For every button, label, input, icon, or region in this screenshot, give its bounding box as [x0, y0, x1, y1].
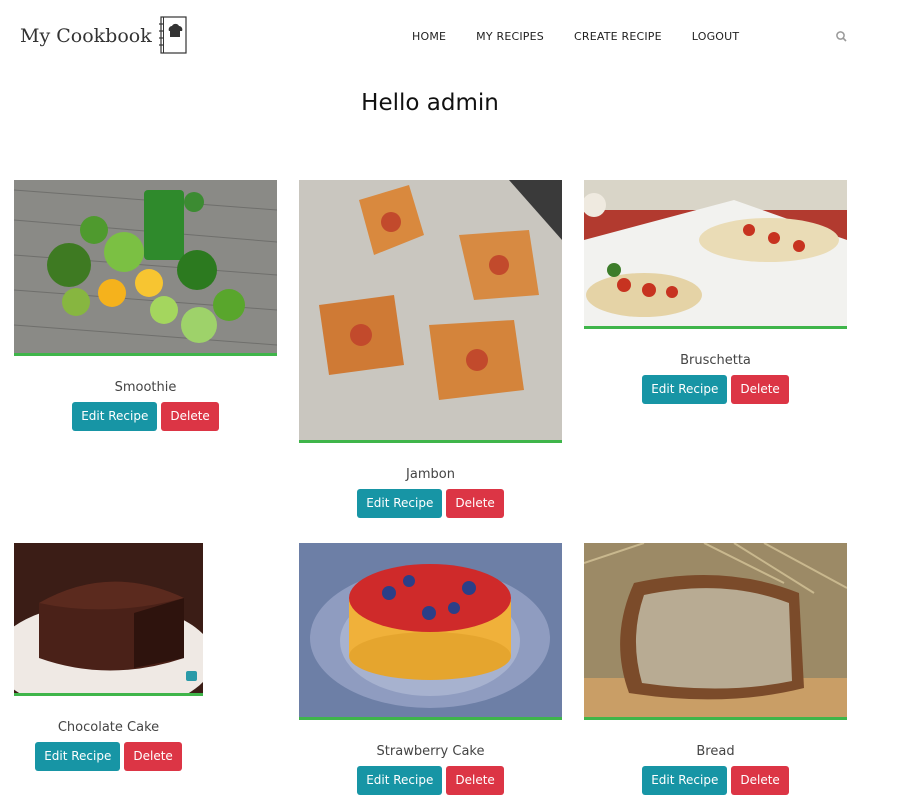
recipe-title: Jambon — [406, 467, 455, 482]
edit-recipe-button[interactable]: Edit Recipe — [35, 742, 121, 771]
recipe-card: Strawberry Cake Edit Recipe Delete — [299, 543, 562, 795]
cookbook-icon — [158, 16, 187, 54]
recipe-card: Smoothie Edit Recipe Delete — [14, 180, 277, 431]
recipe-actions: Edit Recipe Delete — [584, 766, 847, 795]
recipe-actions: Edit Recipe Delete — [14, 742, 203, 771]
recipe-title: Smoothie — [114, 380, 177, 395]
recipe-image[interactable] — [584, 180, 847, 329]
edit-recipe-button[interactable]: Edit Recipe — [72, 402, 158, 431]
edit-recipe-button[interactable]: Edit Recipe — [357, 766, 443, 795]
delete-recipe-button[interactable]: Delete — [446, 489, 504, 518]
edit-recipe-button[interactable]: Edit Recipe — [642, 375, 728, 404]
recipe-title: Chocolate Cake — [57, 720, 160, 735]
brand-logo[interactable]: My Cookbook — [20, 16, 188, 55]
delete-recipe-button[interactable]: Delete — [161, 402, 219, 431]
recipe-image[interactable] — [299, 543, 562, 720]
recipe-image[interactable] — [14, 180, 277, 356]
recipe-actions: Edit Recipe Delete — [584, 375, 847, 404]
delete-recipe-button[interactable]: Delete — [124, 742, 182, 771]
recipe-actions: Edit Recipe Delete — [299, 489, 562, 518]
recipe-title: Bruschetta — [680, 353, 751, 368]
nav-logout[interactable]: LOGOUT — [692, 30, 740, 43]
page: My Cookbook HOME MY RECIPES CREATE RECIP… — [0, 0, 897, 809]
nav-home[interactable]: HOME — [412, 30, 446, 43]
recipe-title: Bread — [696, 744, 735, 759]
delete-recipe-button[interactable]: Delete — [446, 766, 504, 795]
search-icon[interactable] — [835, 30, 849, 44]
nav-my-recipes[interactable]: MY RECIPES — [476, 30, 544, 43]
page-title: Hello admin — [361, 90, 499, 116]
brand-name: My Cookbook — [20, 24, 152, 47]
delete-recipe-button[interactable]: Delete — [731, 766, 789, 795]
recipe-card: Bread Edit Recipe Delete — [584, 543, 847, 795]
edit-recipe-button[interactable]: Edit Recipe — [642, 766, 728, 795]
recipe-card: Chocolate Cake Edit Recipe Delete — [14, 543, 203, 771]
recipe-card: Bruschetta Edit Recipe Delete — [584, 180, 847, 404]
recipe-card: Jambon Edit Recipe Delete — [299, 180, 562, 518]
recipe-actions: Edit Recipe Delete — [14, 402, 277, 431]
recipe-title: Strawberry Cake — [376, 744, 485, 759]
edit-recipe-button[interactable]: Edit Recipe — [357, 489, 443, 518]
recipe-actions: Edit Recipe Delete — [299, 766, 562, 795]
recipe-image[interactable] — [14, 543, 203, 696]
nav-create-recipe[interactable]: CREATE RECIPE — [574, 30, 662, 43]
main-nav: HOME MY RECIPES CREATE RECIPE LOGOUT — [412, 30, 739, 43]
recipe-image[interactable] — [584, 543, 847, 720]
delete-recipe-button[interactable]: Delete — [731, 375, 789, 404]
recipe-image[interactable] — [299, 180, 562, 443]
